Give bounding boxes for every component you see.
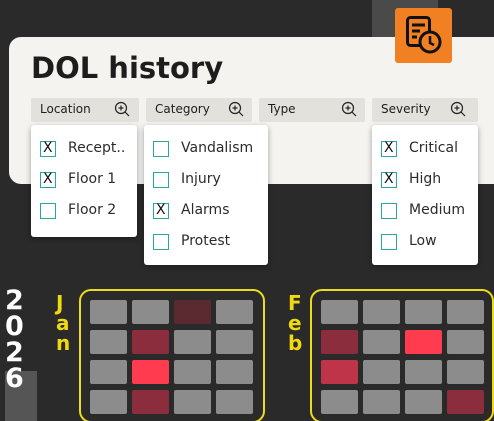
checkbox[interactable] <box>40 171 56 188</box>
history-button[interactable] <box>395 8 452 63</box>
filter-category[interactable]: Category <box>146 98 252 122</box>
calendar-day-cell[interactable] <box>447 300 484 324</box>
checkbox[interactable] <box>381 171 397 188</box>
calendar-day-cell[interactable] <box>405 360 442 384</box>
month-letter: F <box>288 291 302 315</box>
zoom-in-icon[interactable] <box>114 101 130 117</box>
calendar-day-cell[interactable] <box>321 390 358 414</box>
checkbox[interactable] <box>153 234 169 250</box>
calendar-day-cell[interactable] <box>363 330 400 354</box>
year-label: 2 0 2 6 <box>5 287 37 421</box>
zoom-in-icon[interactable] <box>341 101 357 117</box>
option-label: Recept.. <box>68 140 126 156</box>
calendar-jan <box>79 289 265 421</box>
filter-type[interactable]: Type <box>259 98 365 122</box>
year-digit: 6 <box>5 363 24 394</box>
checkbox[interactable] <box>381 140 397 157</box>
option-label: Critical <box>409 140 458 156</box>
calendar-day-cell[interactable] <box>363 360 400 384</box>
calendar-day-cell[interactable] <box>90 390 127 414</box>
filter-label: Category <box>155 102 210 116</box>
calendar-day-cell[interactable] <box>447 360 484 384</box>
filter-severity[interactable]: Severity <box>372 98 478 122</box>
calendar-day-cell[interactable] <box>216 300 253 324</box>
month-letter: a <box>56 311 70 335</box>
page-title: DOL history <box>31 51 224 85</box>
option-label: Floor 2 <box>68 202 117 218</box>
calendar-day-cell[interactable] <box>132 330 169 354</box>
calendar-day-cell[interactable] <box>90 300 127 324</box>
calendar-day-cell[interactable] <box>132 360 169 384</box>
severity-dropdown: Critical High Medium Low <box>372 125 478 265</box>
month-letter: b <box>288 331 303 355</box>
calendar-day-cell[interactable] <box>90 360 127 384</box>
calendar-day-cell[interactable] <box>174 390 211 414</box>
option-label: Injury <box>181 171 221 187</box>
option-label: Alarms <box>181 202 230 218</box>
location-dropdown: Recept.. Floor 1 Floor 2 <box>31 125 137 237</box>
checkbox[interactable] <box>153 202 169 219</box>
checkbox[interactable] <box>153 172 169 188</box>
month-letter: e <box>288 311 302 335</box>
calendar-day-cell[interactable] <box>447 390 484 414</box>
calendar-day-cell[interactable] <box>363 390 400 414</box>
filter-label: Severity <box>381 102 431 116</box>
option-label: Low <box>409 233 437 249</box>
calendar-day-cell[interactable] <box>447 330 484 354</box>
zoom-in-icon[interactable] <box>228 101 244 117</box>
checkbox[interactable] <box>40 140 56 157</box>
checkbox[interactable] <box>381 203 397 219</box>
month-letter: n <box>56 331 71 355</box>
calendar-day-cell[interactable] <box>174 300 211 324</box>
category-dropdown: Vandalism Injury Alarms Protest <box>144 125 268 265</box>
calendar-day-cell[interactable] <box>321 300 358 324</box>
calendar-day-cell[interactable] <box>405 300 442 324</box>
option-label: Vandalism <box>181 140 254 156</box>
option-label: High <box>409 171 442 187</box>
calendar-day-cell[interactable] <box>216 330 253 354</box>
calendar-day-cell[interactable] <box>132 300 169 324</box>
calendar-day-cell[interactable] <box>363 300 400 324</box>
option-label: Medium <box>409 202 465 218</box>
calendar-feb <box>310 289 494 421</box>
history-icon <box>406 16 442 54</box>
calendar-day-cell[interactable] <box>174 330 211 354</box>
calendar-day-cell[interactable] <box>132 390 169 414</box>
option-label: Floor 1 <box>68 171 117 187</box>
calendar-day-cell[interactable] <box>216 390 253 414</box>
calendar-day-cell[interactable] <box>405 390 442 414</box>
zoom-in-icon[interactable] <box>450 101 466 117</box>
filter-label: Type <box>268 102 296 116</box>
calendar-day-cell[interactable] <box>216 360 253 384</box>
calendar-day-cell[interactable] <box>405 330 442 354</box>
calendar-day-cell[interactable] <box>174 360 211 384</box>
calendar-day-cell[interactable] <box>321 330 358 354</box>
filter-label: Location <box>40 102 91 116</box>
checkbox[interactable] <box>381 234 397 250</box>
month-label-jan: J a n <box>56 293 72 353</box>
checkbox[interactable] <box>153 141 169 157</box>
month-letter: J <box>56 291 64 315</box>
option-label: Protest <box>181 233 231 249</box>
filter-location[interactable]: Location <box>31 98 139 122</box>
calendar-day-cell[interactable] <box>321 360 358 384</box>
checkbox[interactable] <box>40 203 56 219</box>
calendar-day-cell[interactable] <box>90 330 127 354</box>
month-label-feb: F e b <box>288 293 304 353</box>
